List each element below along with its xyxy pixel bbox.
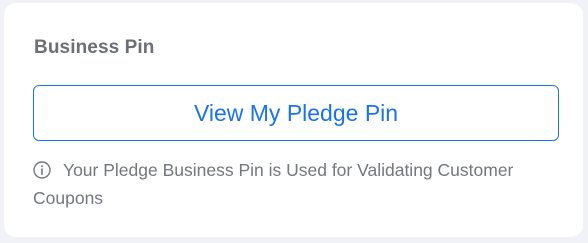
helper-text: Your Pledge Business Pin is Used for Val… (33, 160, 514, 208)
view-pledge-pin-button-label: View My Pledge Pin (193, 99, 399, 126)
view-pledge-pin-button[interactable]: View My Pledge Pin (33, 85, 559, 141)
card-title: Business Pin (34, 37, 155, 58)
info-circle-icon (33, 159, 51, 179)
business-pin-card: Business Pin View My Pledge Pin Your Ple… (4, 3, 583, 237)
helper-text-block: Your Pledge Business Pin is Used for Val… (33, 156, 563, 212)
